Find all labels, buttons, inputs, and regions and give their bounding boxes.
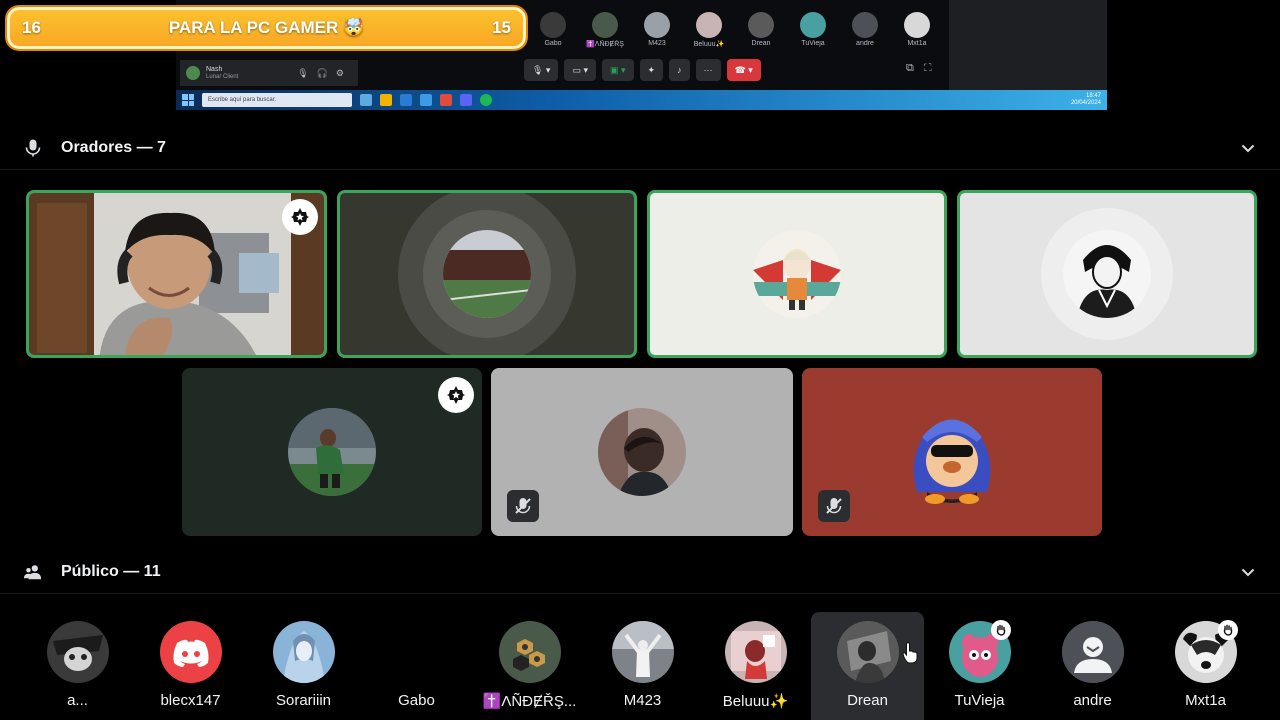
microphone-icon (24, 139, 42, 157)
banner-left-number: 16 (22, 18, 41, 37)
audience-member[interactable]: M423 (586, 612, 699, 720)
audience-member[interactable]: Gabo (360, 612, 473, 720)
share-screen-icon: ▣ ▾ (601, 59, 634, 81)
taskbar-app-icon (440, 94, 452, 106)
share-user-name: Nash (206, 66, 223, 73)
muted-mic-icon (507, 490, 539, 522)
share-user-controls: 🎙🎧⚙ (297, 67, 352, 78)
speaker-tile[interactable] (337, 190, 637, 358)
taskbar-app-icon (380, 94, 392, 106)
speakers-section-header[interactable]: Oradores — 7 (0, 126, 1280, 170)
audience-name: Gabo (398, 692, 435, 709)
audience-name: Drean (847, 692, 888, 709)
audience-avatar (611, 621, 674, 683)
speakers-section-label: Oradores — 7 (61, 138, 166, 156)
share-taskbar: Escribe aquí para buscar. 18:47 20/04/20… (176, 90, 1107, 110)
audience-section-label: Público — 11 (61, 562, 161, 580)
share-user-status: Lunar Client (206, 74, 239, 80)
screen-share-side-panel (949, 0, 1107, 90)
share-popout-icons: ⧉⛶ (906, 62, 942, 74)
audience-name: andre (1073, 692, 1112, 709)
audience-member[interactable]: a... (21, 612, 134, 720)
hand-pointer-cursor-icon (902, 642, 918, 664)
audience-name: blecx147 (160, 692, 221, 709)
taskbar-app-icon (420, 94, 432, 106)
share-mic-icon: 🎙 ▾ (524, 59, 559, 81)
audience-name: Sorariiin (275, 692, 332, 709)
audience-avatar (272, 621, 335, 683)
taskbar-app-icon (460, 94, 472, 106)
speaker-tile-camera[interactable] (26, 190, 327, 358)
speaker-tile[interactable] (957, 190, 1257, 358)
share-activity-icon: ✦ (639, 59, 664, 81)
speaker-avatar (288, 408, 376, 496)
audience-name: Mxt1a (1185, 692, 1226, 709)
audience-avatar (159, 621, 222, 683)
people-icon (24, 563, 42, 581)
audience-avatar (46, 621, 109, 683)
speaker-avatar (443, 230, 531, 318)
speaker-avatar (753, 230, 841, 318)
audience-avatar (836, 621, 899, 683)
stream-overlay-banner: 16 PARA LA PC GAMER 🤯 15 (7, 7, 526, 49)
audience-member-hovered[interactable]: Drean (811, 612, 924, 720)
moderator-badge-icon (438, 377, 474, 413)
share-participant: M423 (636, 8, 678, 48)
share-participant: Beluuu✨ (688, 8, 730, 48)
speaker-avatar (1063, 230, 1151, 318)
audience-member[interactable]: Beluuu✨ (699, 612, 812, 720)
screen-share-participants: Gabo ✝️ɅÑĐɆŘŞ M423 Beluuu✨ Drean TuVieja… (532, 8, 938, 48)
share-participant: Gabo (532, 8, 574, 48)
audience-name: M423 (623, 692, 662, 709)
hand-raised-icon (1218, 620, 1238, 640)
audience-name: ✝️ɅÑĐɆŘŞ... (482, 693, 577, 710)
banner-right-number: 15 (492, 18, 511, 37)
audience-avatar (498, 621, 561, 683)
share-call-controls: 🎙 ▾ ▭ ▾ ▣ ▾ ✦ ♪ ··· ☎ ▾ (524, 58, 761, 82)
banner-title: PARA LA PC GAMER 🤯 (168, 18, 365, 37)
audience-member[interactable]: Mxt1a (1149, 612, 1262, 720)
audience-member[interactable]: Sorariiin (247, 612, 360, 720)
share-user-avatar (186, 66, 200, 80)
share-more-icon: ··· (695, 59, 721, 81)
share-participant: Drean (740, 8, 782, 48)
audience-member[interactable]: ✝️ɅÑĐɆŘŞ... (473, 612, 586, 720)
muted-mic-icon (818, 490, 850, 522)
speaker-avatar (598, 408, 686, 496)
speaker-tile[interactable] (647, 190, 947, 358)
audience-avatar (1061, 621, 1124, 683)
share-participant: Mxt1a (896, 8, 938, 48)
moderator-badge-icon (282, 199, 318, 235)
audience-name: a... (67, 692, 88, 709)
audience-name: TuVieja (954, 692, 1005, 709)
audience-section-header[interactable]: Público — 11 (0, 550, 1280, 594)
taskbar-spotify-icon (480, 94, 492, 106)
audience-member[interactable]: blecx147 (134, 612, 247, 720)
share-hangup-icon: ☎ ▾ (726, 59, 761, 81)
speaker-tile[interactable] (802, 368, 1102, 536)
windows-start-icon (182, 94, 194, 106)
share-soundboard-icon: ♪ (669, 59, 690, 81)
taskbar-app-icon (360, 94, 372, 106)
audience-member[interactable]: andre (1036, 612, 1149, 720)
share-participant: andre (844, 8, 886, 48)
chevron-down-icon[interactable] (1240, 564, 1256, 580)
share-taskbar-search: Escribe aquí para buscar. (202, 93, 352, 107)
speaker-tile[interactable] (491, 368, 793, 536)
speaker-tile[interactable] (182, 368, 482, 536)
share-participant: TuVieja (792, 8, 834, 48)
share-participant: ✝️ɅÑĐɆŘŞ (584, 8, 626, 48)
chevron-down-icon[interactable] (1240, 140, 1256, 156)
share-user-panel: Nash Lunar Client 🎙🎧⚙ (180, 60, 358, 86)
audience-name: Beluuu✨ (722, 693, 789, 710)
taskbar-app-icon (400, 94, 412, 106)
audience-member[interactable]: TuVieja (923, 612, 1036, 720)
hand-raised-icon (991, 620, 1011, 640)
share-taskbar-clock: 18:47 20/04/2024 (1070, 93, 1101, 106)
speaker-avatar (897, 397, 1007, 507)
audience-avatar (724, 621, 787, 683)
share-camera-icon: ▭ ▾ (564, 59, 596, 81)
